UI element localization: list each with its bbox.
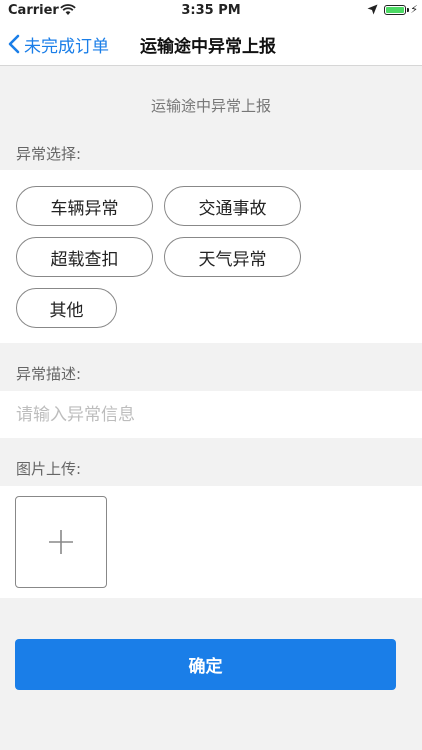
confirm-button[interactable]: 确定 — [15, 639, 396, 690]
image-upload-panel — [0, 486, 422, 598]
exception-options-panel: 车辆异常 交通事故 超载查扣 天气异常 其他 — [0, 170, 422, 343]
charging-bolt-icon: ⚡ — [410, 3, 418, 16]
status-bar: Carrier 3:35 PM ⚡ — [0, 0, 422, 22]
back-button-label: 未完成订单 — [24, 36, 109, 57]
plus-icon — [49, 530, 73, 554]
back-button[interactable]: 未完成订单 — [8, 30, 109, 58]
option-traffic-accident[interactable]: 交通事故 — [164, 186, 301, 226]
exception-desc-panel — [0, 391, 422, 438]
form-header: 运输途中异常上报 — [150, 97, 271, 115]
option-vehicle-exception[interactable]: 车辆异常 — [16, 186, 153, 226]
option-weather-exception[interactable]: 天气异常 — [164, 237, 301, 277]
option-other[interactable]: 其他 — [16, 288, 117, 328]
exception-desc-label: 异常描述: — [16, 365, 82, 383]
chevron-left-icon — [8, 34, 20, 54]
image-upload-label: 图片上传: — [16, 460, 82, 478]
location-arrow-icon — [367, 4, 378, 19]
exception-select-label: 异常选择: — [16, 145, 82, 163]
battery-icon — [384, 5, 409, 15]
page-title: 运输途中异常上报 — [140, 37, 276, 57]
navigation-bar: 未完成订单 运输途中异常上报 — [0, 22, 422, 66]
clock: 3:35 PM — [181, 3, 241, 18]
option-overload-seized[interactable]: 超载查扣 — [16, 237, 153, 277]
add-image-button[interactable] — [15, 496, 107, 588]
exception-desc-input[interactable] — [16, 401, 406, 429]
